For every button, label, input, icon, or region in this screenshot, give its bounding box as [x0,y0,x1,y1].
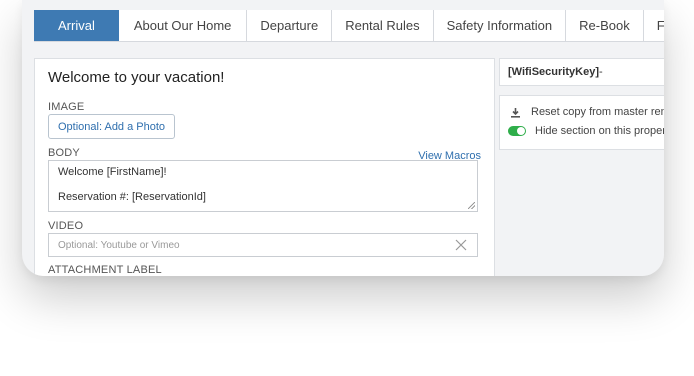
hide-section-action[interactable]: Hide section on this propert [508,125,664,137]
section-title[interactable]: Welcome to your vacation! [48,69,224,86]
app-window: Arrival About Our Home Departure Rental … [22,0,664,276]
section-tabs: Arrival About Our Home Departure Rental … [34,10,664,42]
add-photo-button[interactable]: Optional: Add a Photo [48,114,176,139]
key-suffix: - [598,66,603,78]
tab-fe[interactable]: Fe [644,10,664,41]
tab-safety-information[interactable]: Safety Information [434,10,567,41]
close-icon[interactable] [455,239,467,251]
video-url-input[interactable]: Optional: Youtube or Vimeo [48,233,478,257]
tab-rental-rules[interactable]: Rental Rules [332,10,434,41]
reset-copy-action[interactable]: Reset copy from master rent [508,106,664,118]
tab-arrival[interactable]: Arrival [34,10,119,41]
hide-section-toggle[interactable] [508,126,526,136]
side-panel: [WifiSecurityKey] - Reset copy from mast… [494,58,664,276]
reset-copy-label: Reset copy from master rent [531,106,664,118]
hide-section-label: Hide section on this propert [535,125,664,137]
section-editor: Welcome to your vacation! IMAGE Optional… [34,58,495,276]
body-line: Reservation #: [ReservationId] [58,191,206,203]
tab-departure[interactable]: Departure [247,10,333,41]
image-label: IMAGE [48,101,85,113]
body-textarea[interactable]: Welcome [FirstName]! Reservation #: [Res… [48,160,478,212]
key-name: [WifiSecurityKey] [508,66,599,78]
key-header: [WifiSecurityKey] - [499,58,664,86]
tab-about-our-home[interactable]: About Our Home [119,10,248,41]
download-icon [511,107,520,118]
body-line: Welcome [FirstName]! [58,166,167,178]
section-actions: Reset copy from master rent Hide section… [499,95,664,150]
body-label: BODY [48,147,80,159]
attachment-label: ATTACHMENT LABEL [48,264,162,276]
tab-re-book[interactable]: Re-Book [566,10,644,41]
video-placeholder: Optional: Youtube or Vimeo [58,239,180,251]
video-label: VIDEO [48,220,84,232]
resize-handle-icon[interactable] [468,202,475,209]
